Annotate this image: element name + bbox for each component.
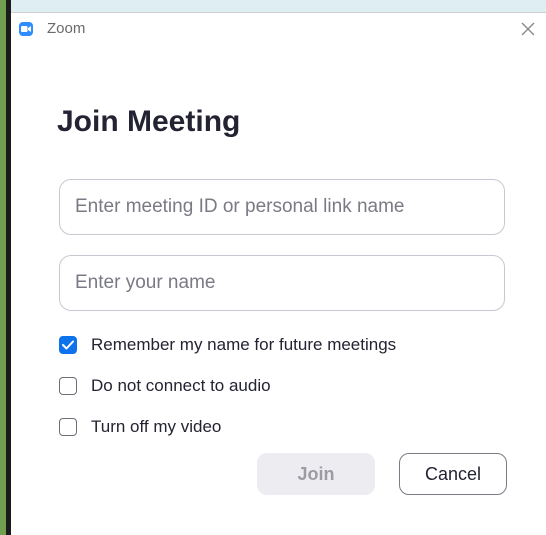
no-audio-label: Do not connect to audio — [91, 376, 271, 395]
titlebar: Zoom — [11, 13, 546, 45]
video-off-option[interactable]: Turn off my video — [59, 416, 221, 438]
page-title: Join Meeting — [57, 105, 241, 138]
meeting-id-input[interactable] — [59, 179, 505, 235]
video-off-checkbox[interactable] — [59, 418, 77, 436]
remember-name-label: Remember my name for future meetings — [91, 335, 397, 354]
checkmark-icon — [62, 340, 74, 350]
close-icon[interactable] — [518, 19, 538, 39]
join-button[interactable]: Join — [257, 453, 375, 495]
zoom-join-window: Zoom Join Meeting Remember my name for f… — [11, 12, 546, 535]
window-title: Zoom — [47, 20, 86, 37]
your-name-input[interactable] — [59, 255, 505, 311]
video-off-label: Turn off my video — [91, 417, 222, 436]
remember-name-checkbox[interactable] — [59, 336, 77, 354]
no-audio-checkbox[interactable] — [59, 377, 77, 395]
remember-name-option[interactable]: Remember my name for future meetings — [59, 334, 396, 356]
no-audio-option[interactable]: Do not connect to audio — [59, 375, 271, 397]
cancel-button[interactable]: Cancel — [399, 453, 507, 495]
zoom-camera-icon — [19, 22, 33, 36]
